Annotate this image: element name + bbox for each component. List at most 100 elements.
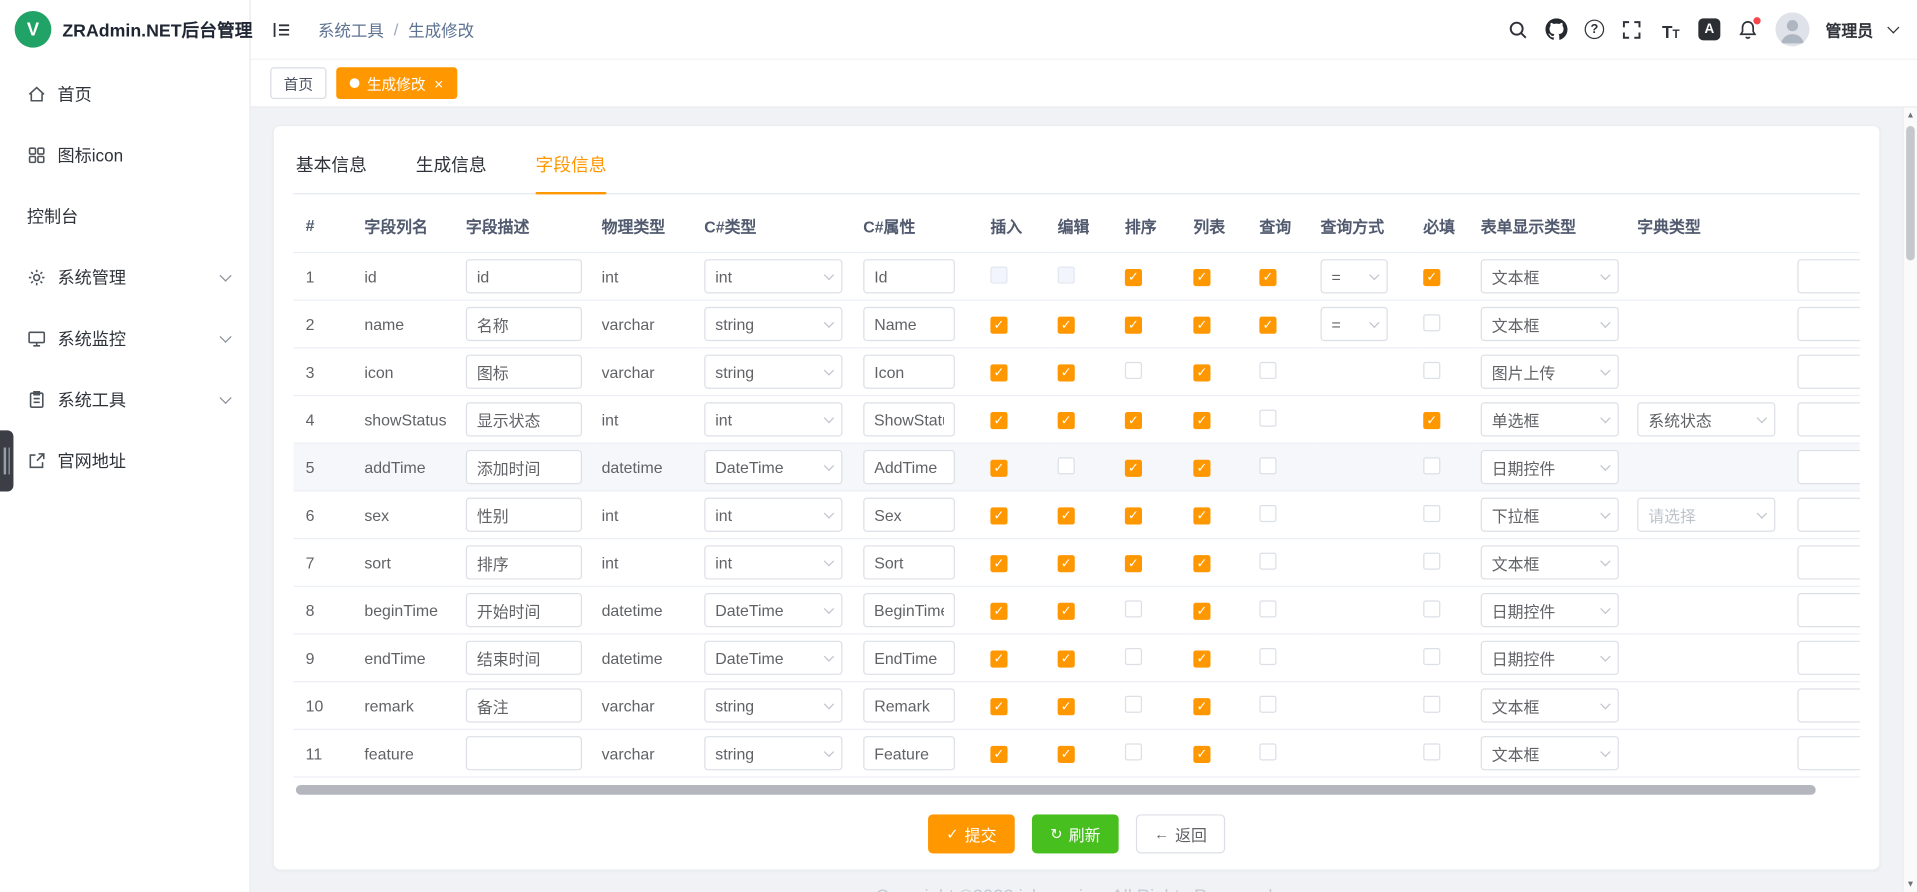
edit-checkbox[interactable]: ✓ — [1058, 746, 1075, 763]
extra-input[interactable] — [1797, 402, 1859, 436]
query-checkbox[interactable] — [1259, 600, 1276, 617]
required-checkbox[interactable] — [1423, 695, 1440, 712]
list-checkbox[interactable]: ✓ — [1193, 365, 1210, 382]
display-type-select[interactable]: 文本框 — [1481, 545, 1619, 579]
insert-checkbox[interactable]: ✓ — [990, 317, 1007, 334]
edit-checkbox[interactable]: ✓ — [1058, 603, 1075, 620]
csharp-prop-input[interactable] — [863, 355, 955, 389]
required-checkbox[interactable] — [1423, 361, 1440, 378]
csharp-type-select[interactable]: int — [704, 498, 842, 532]
sort-checkbox[interactable] — [1125, 743, 1142, 760]
display-type-select[interactable]: 日期控件 — [1481, 593, 1619, 627]
display-type-select[interactable]: 文本框 — [1481, 736, 1619, 770]
query-checkbox[interactable] — [1259, 552, 1276, 569]
github-icon[interactable] — [1545, 18, 1568, 41]
list-checkbox[interactable]: ✓ — [1193, 269, 1210, 286]
query-checkbox[interactable] — [1259, 647, 1276, 664]
field-desc-input[interactable] — [466, 498, 582, 532]
tab-field-info[interactable]: 字段信息 — [536, 146, 607, 194]
refresh-button[interactable]: ↻ 刷新 — [1032, 814, 1119, 853]
list-checkbox[interactable]: ✓ — [1193, 698, 1210, 715]
csharp-prop-input[interactable] — [863, 688, 955, 722]
extra-input[interactable] — [1797, 641, 1859, 675]
tab-generate-info[interactable]: 生成信息 — [416, 146, 487, 194]
edit-checkbox[interactable]: ✓ — [1058, 365, 1075, 382]
insert-checkbox[interactable]: ✓ — [990, 746, 1007, 763]
query-checkbox[interactable] — [1259, 695, 1276, 712]
sidebar-item-system-monitor[interactable]: 系统监控 — [0, 308, 249, 369]
edit-checkbox[interactable]: ✓ — [1058, 317, 1075, 334]
display-type-select[interactable]: 日期控件 — [1481, 450, 1619, 484]
csharp-type-select[interactable]: int — [704, 259, 842, 293]
query-checkbox[interactable]: ✓ — [1259, 317, 1276, 334]
field-desc-input[interactable] — [466, 545, 582, 579]
csharp-prop-input[interactable] — [863, 593, 955, 627]
search-icon[interactable] — [1506, 18, 1529, 41]
insert-checkbox[interactable]: ✓ — [990, 698, 1007, 715]
display-type-select[interactable]: 下拉框 — [1481, 498, 1619, 532]
sort-checkbox[interactable]: ✓ — [1125, 508, 1142, 525]
required-checkbox[interactable] — [1423, 743, 1440, 760]
extra-input[interactable] — [1797, 593, 1859, 627]
edit-checkbox[interactable]: ✓ — [1058, 508, 1075, 525]
field-desc-input[interactable] — [466, 355, 582, 389]
sort-checkbox[interactable]: ✓ — [1125, 412, 1142, 429]
sort-checkbox[interactable] — [1125, 361, 1142, 378]
extra-input[interactable] — [1797, 355, 1859, 389]
bell-icon[interactable] — [1736, 18, 1759, 41]
theme-drawer-handle[interactable] — [0, 430, 13, 491]
sort-checkbox[interactable]: ✓ — [1125, 555, 1142, 572]
scroll-down-arrow[interactable]: ▼ — [1903, 877, 1917, 892]
list-checkbox[interactable]: ✓ — [1193, 460, 1210, 477]
insert-checkbox[interactable]: ✓ — [990, 651, 1007, 668]
sidebar-item-site-link[interactable]: 官网地址 — [0, 430, 249, 491]
query-mode-select[interactable]: = — [1321, 259, 1388, 293]
sort-checkbox[interactable]: ✓ — [1125, 317, 1142, 334]
query-mode-select[interactable]: = — [1321, 307, 1388, 341]
sidebar-item-system-tools[interactable]: 系统工具 — [0, 369, 249, 430]
scrollbar-track[interactable] — [1904, 123, 1917, 876]
extra-input[interactable] — [1797, 688, 1859, 722]
list-checkbox[interactable]: ✓ — [1193, 555, 1210, 572]
language-icon[interactable]: A — [1698, 18, 1720, 40]
csharp-type-select[interactable]: string — [704, 688, 842, 722]
collapse-sidebar-icon[interactable] — [270, 18, 293, 41]
field-desc-input[interactable] — [466, 641, 582, 675]
app-logo[interactable]: V ZRAdmin.NET后台管理 — [0, 0, 249, 59]
required-checkbox[interactable] — [1423, 314, 1440, 331]
required-checkbox[interactable]: ✓ — [1423, 269, 1440, 286]
breadcrumb-parent[interactable]: 系统工具 — [318, 17, 384, 41]
required-checkbox[interactable]: ✓ — [1423, 412, 1440, 429]
csharp-prop-input[interactable] — [863, 641, 955, 675]
edit-checkbox[interactable]: ✓ — [1058, 412, 1075, 429]
list-checkbox[interactable]: ✓ — [1193, 746, 1210, 763]
query-checkbox[interactable] — [1259, 457, 1276, 474]
insert-checkbox[interactable] — [990, 266, 1007, 283]
display-type-select[interactable]: 图片上传 — [1481, 355, 1619, 389]
help-icon[interactable]: ? — [1585, 20, 1605, 40]
query-checkbox[interactable] — [1259, 409, 1276, 426]
query-checkbox[interactable] — [1259, 361, 1276, 378]
dict-type-select[interactable]: 请选择 — [1637, 498, 1775, 532]
csharp-type-select[interactable]: string — [704, 736, 842, 770]
required-checkbox[interactable] — [1423, 647, 1440, 664]
insert-checkbox[interactable]: ✓ — [990, 555, 1007, 572]
sort-checkbox[interactable] — [1125, 600, 1142, 617]
csharp-prop-input[interactable] — [863, 450, 955, 484]
scroll-up-arrow[interactable]: ▲ — [1903, 108, 1917, 124]
chevron-down-icon[interactable] — [1887, 21, 1899, 33]
font-size-icon[interactable]: TT — [1659, 18, 1682, 41]
list-checkbox[interactable]: ✓ — [1193, 412, 1210, 429]
close-icon[interactable]: × — [434, 75, 443, 91]
avatar[interactable] — [1775, 12, 1809, 46]
required-checkbox[interactable] — [1423, 600, 1440, 617]
extra-input[interactable] — [1797, 307, 1859, 341]
tag-generate-edit[interactable]: 生成修改 × — [336, 67, 457, 99]
field-desc-input[interactable] — [466, 307, 582, 341]
tab-basic-info[interactable]: 基本信息 — [296, 146, 367, 194]
sidebar-item-console[interactable]: 控制台 — [0, 186, 249, 247]
extra-input[interactable] — [1797, 259, 1859, 293]
csharp-type-select[interactable]: int — [704, 402, 842, 436]
csharp-type-select[interactable]: int — [704, 545, 842, 579]
sidebar-item-system-manage[interactable]: 系统管理 — [0, 247, 249, 308]
